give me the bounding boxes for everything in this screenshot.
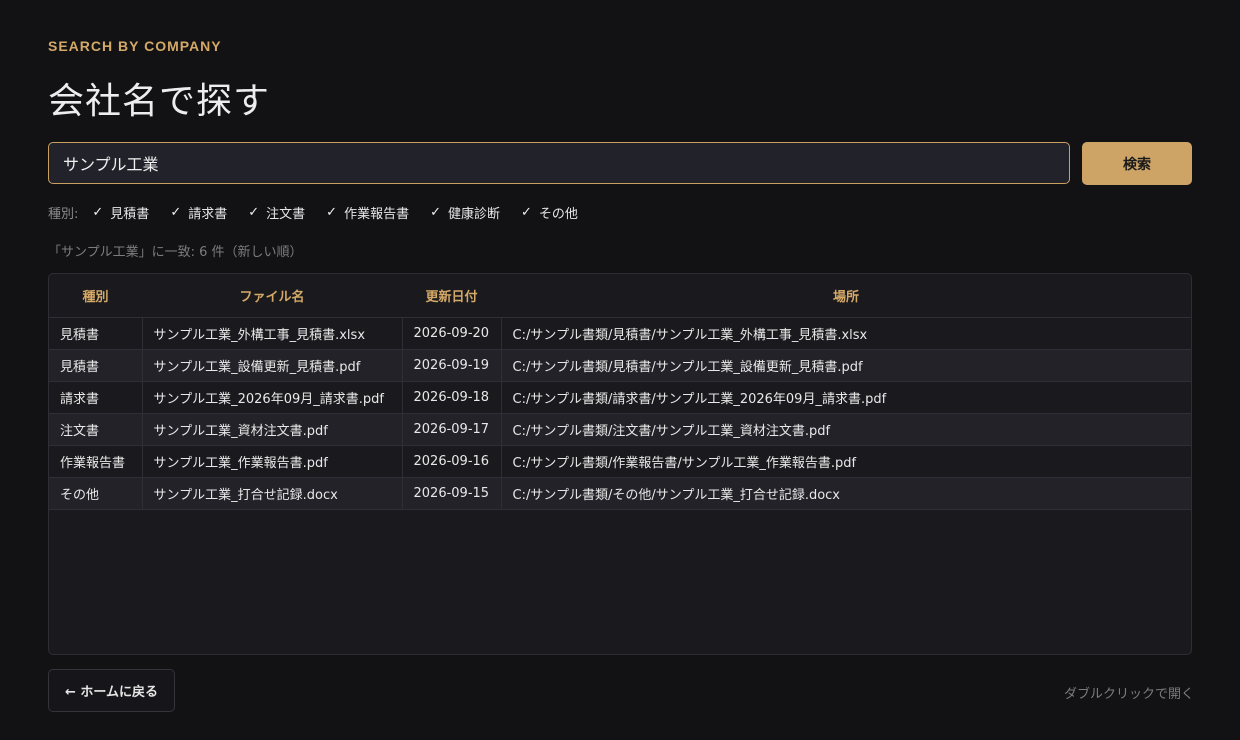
cell-filename: サンプル工業_2026年09月_請求書.pdf [142,381,403,414]
check-icon: ✓ [430,205,441,220]
cell-type: 見積書 [49,349,143,382]
check-icon: ✓ [326,205,338,220]
company-search-input[interactable] [48,142,1070,184]
cell-filename: サンプル工業_設備更新_見積書.pdf [142,349,403,382]
check-icon: ✓ [170,205,182,220]
filter-checkbox-label: 請求書 [188,207,228,222]
back-home-button[interactable]: ← ホームに戻る [48,669,175,712]
check-icon: ✓ [521,205,532,220]
result-summary: 「サンプル工業」に一致: 6 件（新しい順） [48,245,303,260]
filter-checkbox-chumon[interactable]: ✓ 注文書 [248,203,305,222]
filter-checkbox-label: その他 [538,207,578,222]
cell-location: C:/サンプル書類/見積書/サンプル工業_設備更新_見積書.pdf [501,349,1191,382]
cell-date: 2026-09-20 [402,317,502,350]
cell-location: C:/サンプル書類/注文書/サンプル工業_資材注文書.pdf [501,413,1191,446]
table-row[interactable]: 請求書 サンプル工業_2026年09月_請求書.pdf 2026-09-18 C… [49,381,1191,414]
cell-type: 見積書 [49,317,143,350]
column-header-location[interactable]: 場所 [501,274,1191,318]
cell-location: C:/サンプル書類/作業報告書/サンプル工業_作業報告書.pdf [501,445,1191,478]
double-click-hint: ダブルクリックで開く [1063,687,1194,702]
filter-label: 種別: [48,207,79,222]
cell-filename: サンプル工業_資材注文書.pdf [142,413,403,446]
filter-checkbox-mitsumori[interactable]: ✓ 見積書 [92,203,149,222]
filter-checkbox-kenko[interactable]: ✓ 健康診断 [430,203,500,222]
search-button[interactable]: 検索 [1082,142,1192,185]
filter-checkbox-label: 作業報告書 [344,207,410,222]
cell-date: 2026-09-19 [402,349,502,382]
cell-date: 2026-09-18 [402,381,502,414]
column-header-filename[interactable]: ファイル名 [142,274,402,318]
cell-location: C:/サンプル書類/請求書/サンプル工業_2026年09月_請求書.pdf [501,381,1191,414]
filter-checkbox-sagyo[interactable]: ✓ 作業報告書 [326,203,409,222]
type-filters: 種別: ✓ 見積書 ✓ 請求書 ✓ 注文書 ✓ 作業報告書 ✓ 健康診断 ✓ そ… [48,203,599,222]
filter-checkbox-label: 見積書 [110,207,150,222]
cell-type: その他 [49,477,143,510]
table-row[interactable]: 作業報告書 サンプル工業_作業報告書.pdf 2026-09-16 C:/サンプ… [49,445,1191,478]
cell-filename: サンプル工業_打合せ記録.docx [142,477,403,510]
cell-location: C:/サンプル書類/見積書/サンプル工業_外構工事_見積書.xlsx [501,317,1191,350]
cell-type: 作業報告書 [49,445,143,478]
cell-location: C:/サンプル書類/その他/サンプル工業_打合せ記録.docx [501,477,1191,510]
cell-date: 2026-09-15 [402,477,502,510]
table-row[interactable]: 注文書 サンプル工業_資材注文書.pdf 2026-09-17 C:/サンプル書… [49,413,1191,446]
check-icon: ✓ [248,205,260,220]
cell-date: 2026-09-16 [402,445,502,478]
cell-date: 2026-09-17 [402,413,502,446]
filter-checkbox-label: 注文書 [266,207,306,222]
filter-checkbox-seikyu[interactable]: ✓ 請求書 [170,203,227,222]
cell-type: 注文書 [49,413,143,446]
check-icon: ✓ [92,205,104,220]
table-row[interactable]: その他 サンプル工業_打合せ記録.docx 2026-09-15 C:/サンプル… [49,477,1191,510]
cell-type: 請求書 [49,381,143,414]
table-row[interactable]: 見積書 サンプル工業_設備更新_見積書.pdf 2026-09-19 C:/サン… [49,349,1191,382]
filter-checkbox-other[interactable]: ✓ その他 [521,203,578,222]
page-eyebrow: SEARCH BY COMPANY [48,38,222,54]
table-row[interactable]: 見積書 サンプル工業_外構工事_見積書.xlsx 2026-09-20 C:/サ… [49,317,1191,350]
results-table: 種別 ファイル名 更新日付 場所 見積書 サンプル工業_外構工事_見積書.xls… [48,273,1192,655]
cell-filename: サンプル工業_外構工事_見積書.xlsx [142,317,403,350]
page-title: 会社名で探す [48,81,271,122]
column-header-date[interactable]: 更新日付 [402,274,501,318]
filter-checkbox-label: 健康診断 [447,207,500,222]
cell-filename: サンプル工業_作業報告書.pdf [142,445,403,478]
column-header-type[interactable]: 種別 [49,274,142,318]
